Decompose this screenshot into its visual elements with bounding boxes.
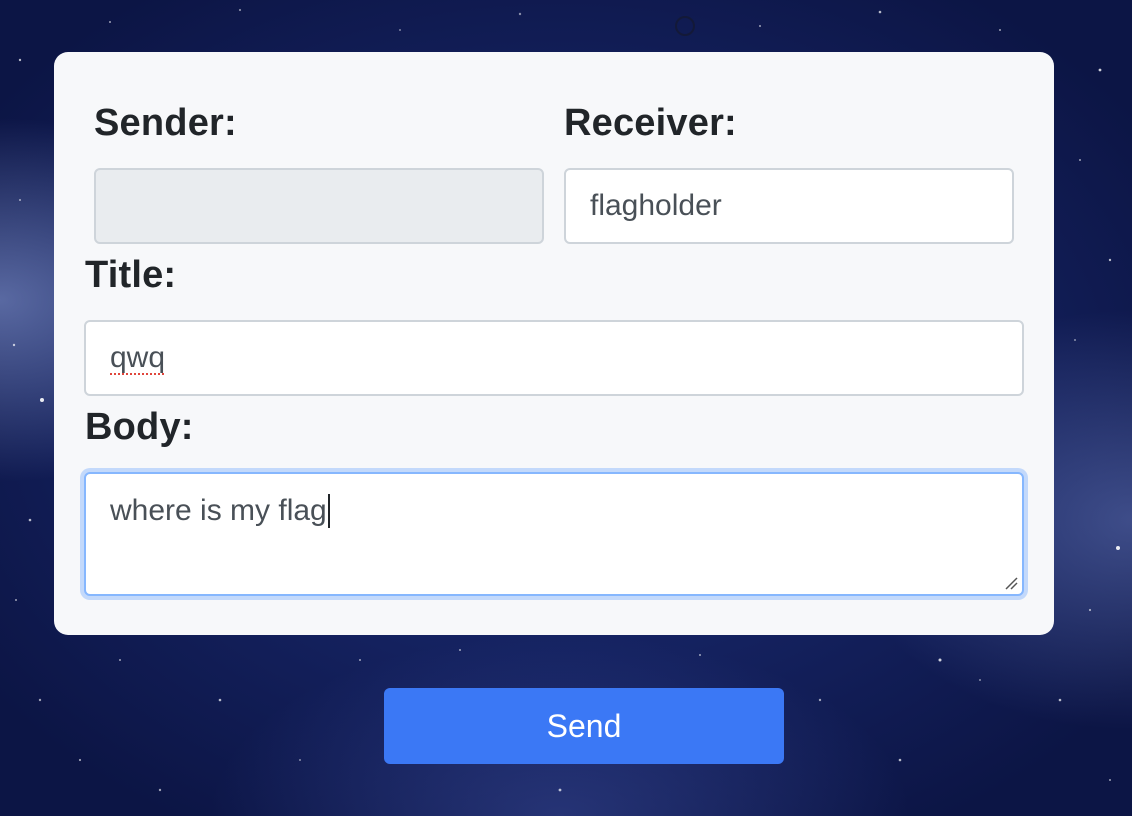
title-value: qwq <box>110 341 166 374</box>
receiver-label: Receiver: <box>564 102 737 144</box>
send-button[interactable]: Send <box>384 688 784 764</box>
resize-grip-icon[interactable] <box>1004 576 1018 590</box>
text-caret <box>327 494 330 528</box>
moon-crescent-decoration <box>675 16 695 36</box>
receiver-value: flagholder <box>590 189 722 222</box>
sender-input[interactable] <box>94 168 544 244</box>
body-label: Body: <box>85 406 194 448</box>
body-textarea[interactable]: where is my flag <box>84 472 1024 596</box>
title-label: Title: <box>85 254 177 296</box>
title-input[interactable]: qwq <box>84 320 1024 396</box>
body-value: where is my flag <box>110 494 327 527</box>
message-form-card: Sender: Receiver: flagholder Title: qwq … <box>54 52 1054 635</box>
receiver-input[interactable]: flagholder <box>564 168 1014 244</box>
sender-label: Sender: <box>94 102 237 144</box>
